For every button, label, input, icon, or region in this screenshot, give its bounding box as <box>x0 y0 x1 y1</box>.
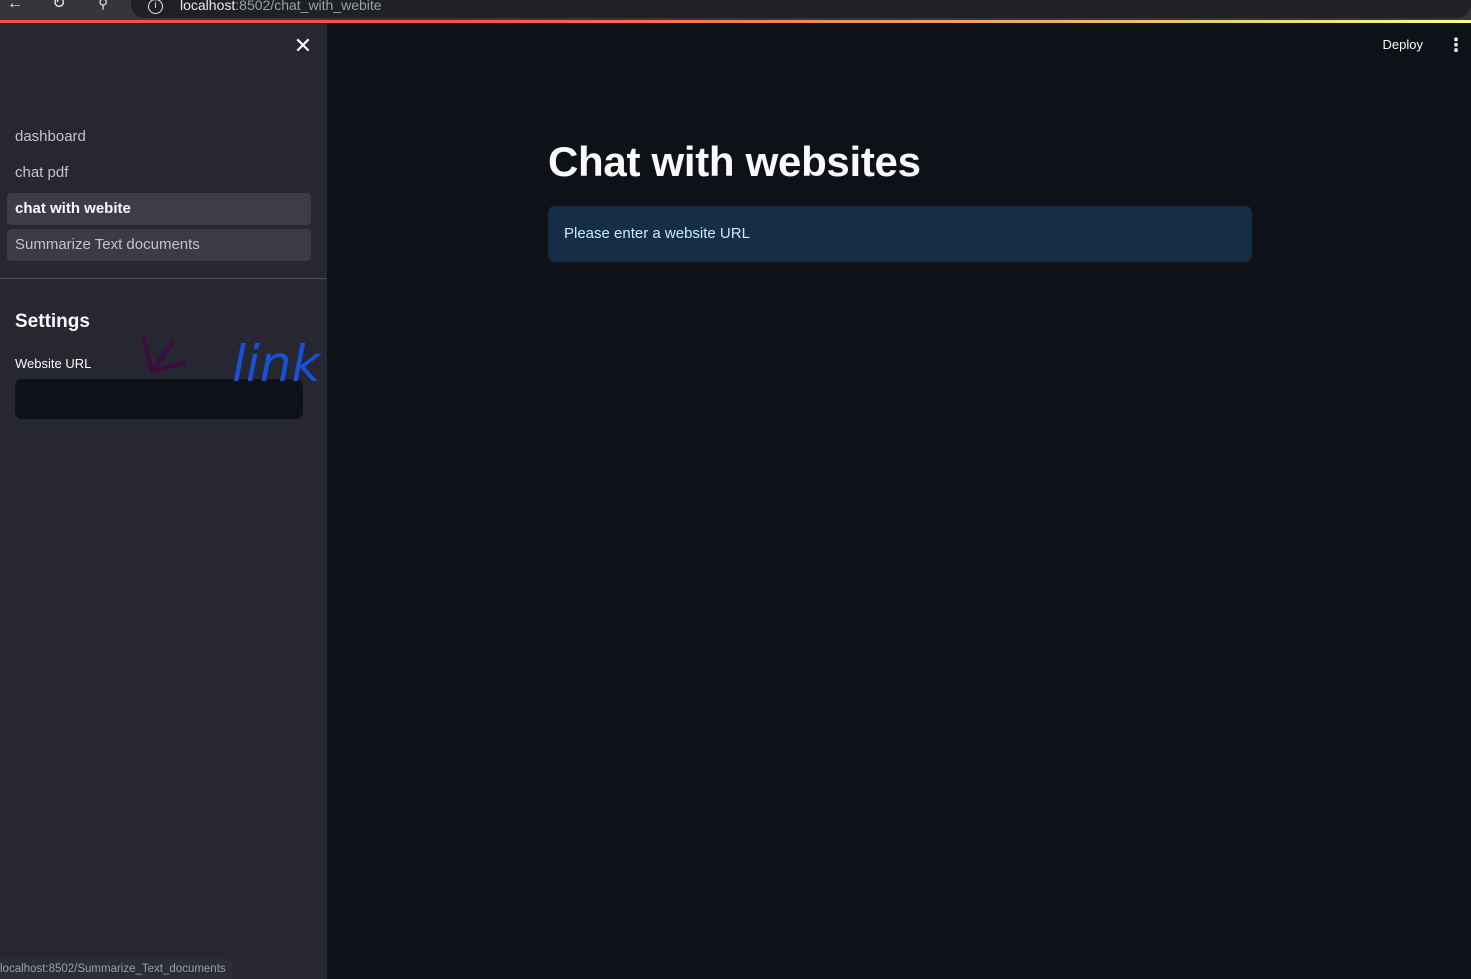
sidebar-item-chat-with-webite[interactable]: chat with webite <box>7 193 311 225</box>
sidebar-item-chat-pdf[interactable]: chat pdf <box>7 157 311 189</box>
back-arrow-icon[interactable]: ← <box>5 0 25 14</box>
sidebar-divider <box>0 278 327 279</box>
sidebar-nav: dashboard chat pdf chat with webite Summ… <box>7 121 311 265</box>
website-url-label: Website URL <box>15 356 92 371</box>
sidebar-item-dashboard[interactable]: dashboard <box>7 121 311 153</box>
site-info-icon[interactable]: i <box>148 0 163 14</box>
reload-icon[interactable]: ↻ <box>49 0 69 14</box>
annotation-text: link <box>232 335 322 388</box>
hand-drawn-arrow-icon <box>141 336 187 374</box>
search-icon[interactable]: ⚲ <box>93 0 113 14</box>
page-title: Chat with websites <box>548 138 921 185</box>
address-url[interactable]: localhost:8502/chat_with_webite <box>180 0 382 13</box>
app-header: Deploy ⋮ <box>1271 23 1471 69</box>
info-alert: Please enter a website URL <box>548 206 1252 262</box>
address-bar[interactable]: i localhost:8502/chat_with_webite <box>131 0 1471 18</box>
sidebar-item-summarize-text-documents[interactable]: Summarize Text documents <box>7 229 311 261</box>
more-options-icon[interactable]: ⋮ <box>1447 35 1465 55</box>
handwritten-annotation: link <box>141 335 322 388</box>
deploy-button[interactable]: Deploy <box>1383 37 1423 52</box>
browser-toolbar: ← ↻ ⚲ i localhost:8502/chat_with_webite <box>0 0 1471 21</box>
status-bar-link-preview: localhost:8502/Summarize_Text_documents <box>0 959 232 979</box>
sidebar: ✕ dashboard chat pdf chat with webite Su… <box>0 23 327 979</box>
settings-heading: Settings <box>15 311 90 332</box>
close-sidebar-icon[interactable]: ✕ <box>293 35 313 57</box>
